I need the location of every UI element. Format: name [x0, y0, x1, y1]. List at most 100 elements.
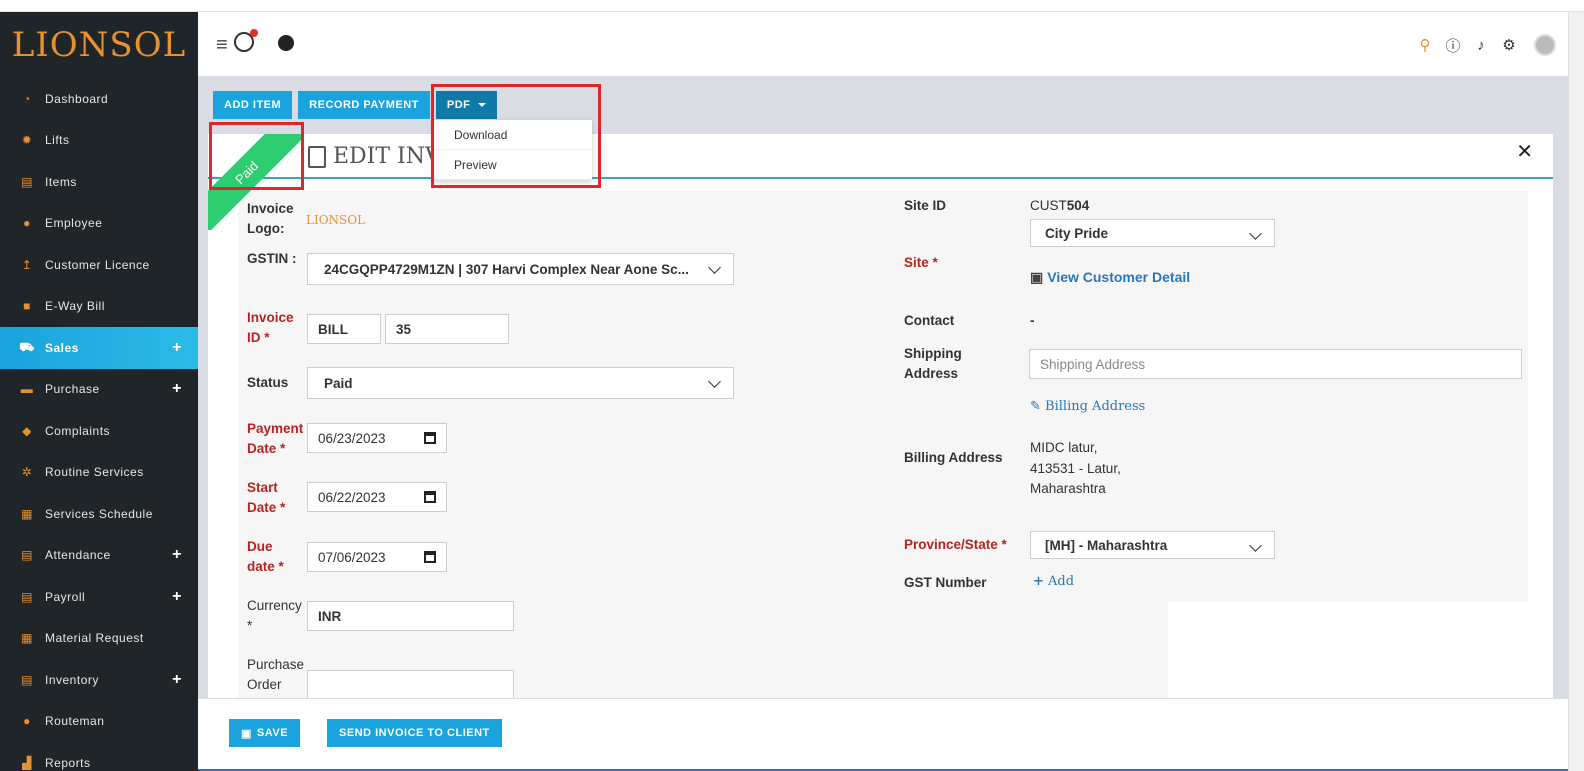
box-icon: ▤: [21, 548, 33, 563]
calendar-icon[interactable]: [424, 491, 436, 503]
expand-plus-icon[interactable]: +: [172, 671, 182, 689]
invoice-number-input[interactable]: 35: [385, 314, 509, 344]
payment-date-input[interactable]: 06/23/2023: [307, 423, 447, 453]
caret-down-icon: [478, 103, 487, 107]
invoice-logo[interactable]: LIONSOL: [306, 210, 365, 231]
record-payment-button[interactable]: RECORD PAYMENT: [298, 91, 430, 119]
add-item-button[interactable]: ADD ITEM: [213, 91, 293, 119]
billing-address-value: MIDC latur, 413531 - Latur, Maharashtra: [1030, 438, 1121, 500]
gstin-value: 24CGQPP4729M1ZN | 307 Harvi Complex Near…: [324, 261, 689, 277]
purchase-order-input[interactable]: [307, 670, 514, 699]
globe-notification-icon[interactable]: [234, 29, 258, 52]
sidebar: LIONSOL ◔ Dashboard ✹ Lifts ▤ Items ● Employ…: [0, 12, 198, 771]
sidebar-item-lifts[interactable]: ✹ Lifts: [0, 120, 198, 162]
cogs-icon: ✲: [21, 465, 33, 480]
box-icon: ▤: [21, 672, 33, 687]
contact-value: -: [1030, 313, 1035, 328]
sidebar-item-payroll[interactable]: ▤ Payroll +: [0, 576, 198, 618]
invoice-id-label: Invoice ID *: [247, 310, 294, 345]
timer-icon[interactable]: [278, 35, 294, 51]
form-blank-area: [1168, 602, 1538, 699]
status-select[interactable]: Paid: [307, 367, 734, 399]
billing-line-2: 413531 - Latur,: [1030, 460, 1121, 476]
sidebar-item-label: Routeman: [45, 714, 105, 729]
floppy-icon: ▣: [241, 727, 252, 740]
currency-label: Currency *: [247, 598, 302, 633]
avatar[interactable]: [1534, 34, 1556, 56]
due-date-label: Due date *: [247, 539, 284, 574]
app-logo[interactable]: LIONSOL: [0, 12, 198, 78]
edit-invoice-panel: Paid EDIT INV ✕ Invoice Logo: LIONSOL GS…: [208, 134, 1553, 699]
invoice-prefix-input[interactable]: BILL: [307, 314, 381, 344]
expand-plus-icon[interactable]: +: [172, 339, 182, 357]
sidebar-item-employee[interactable]: ● Employee: [0, 203, 198, 245]
sidebar-item-label: Sales: [45, 340, 79, 355]
calendar-icon[interactable]: [424, 432, 436, 444]
pdf-preview-item[interactable]: Preview: [434, 150, 592, 180]
site-id-label: Site ID: [904, 198, 947, 213]
billing-address-link[interactable]: ✎ Billing Address: [1030, 399, 1145, 414]
province-state-select[interactable]: [MH] - Maharashtra: [1030, 531, 1275, 559]
view-customer-link[interactable]: ▣ View Customer Detail: [1030, 269, 1190, 286]
sidebar-item-sales[interactable]: ⛟ Sales +: [0, 327, 198, 369]
pdf-dropdown-button[interactable]: PDF: [435, 91, 498, 119]
sidebar-item-material-request[interactable]: ▦ Material Request: [0, 618, 198, 660]
sidebar-item-label: Complaints: [45, 423, 111, 438]
page-scrollbar[interactable]: [1568, 12, 1584, 771]
billing-line-3: Maharashtra: [1030, 481, 1106, 496]
sidebar-item-label: Lifts: [45, 133, 70, 148]
province-state-value: [MH] - Maharashtra: [1045, 537, 1168, 553]
sidebar-item-services-schedule[interactable]: ▦ Services Schedule: [0, 493, 198, 535]
box-icon: ▤: [21, 589, 33, 604]
upload-icon: ↥: [21, 257, 33, 272]
box-icon: ▤: [21, 174, 33, 189]
gear-icon[interactable]: ⚙: [1500, 36, 1518, 54]
shipping-address-input[interactable]: Shipping Address: [1029, 349, 1522, 379]
sidebar-item-items[interactable]: ▤ Items: [0, 161, 198, 203]
pdf-download-item[interactable]: Download: [434, 120, 592, 150]
start-date-input[interactable]: 06/22/2023: [307, 482, 447, 512]
due-date-input[interactable]: 07/06/2023: [307, 542, 447, 572]
cart-icon: ⛟: [19, 339, 35, 354]
site-select[interactable]: City Pride: [1030, 219, 1275, 247]
expand-plus-icon[interactable]: +: [172, 588, 182, 606]
invoice-toolbar: ADD ITEM RECORD PAYMENT PDF: [213, 91, 498, 119]
pdf-dropdown-menu: Download Preview: [434, 120, 592, 180]
payment-date-label: Payment Date *: [247, 421, 304, 456]
gstin-select[interactable]: 24CGQPP4729M1ZN | 307 Harvi Complex Near…: [307, 253, 734, 285]
close-icon[interactable]: ✕: [1516, 139, 1533, 164]
send-invoice-button[interactable]: SEND INVOICE TO CLIENT: [327, 719, 502, 747]
sidebar-item-customer-licence[interactable]: ↥ Customer Licence: [0, 244, 198, 286]
sidebar-item-eway-bill[interactable]: ■ E-Way Bill: [0, 286, 198, 328]
bell-icon[interactable]: ♪: [1472, 36, 1490, 54]
contact-label: Contact: [904, 313, 955, 328]
sidebar-item-routeman[interactable]: ● Routeman: [0, 701, 198, 743]
sidebar-item-purchase[interactable]: ▬ Purchase +: [0, 369, 198, 411]
header-actions: ⚲ ⓘ ♪ ⚙: [1416, 34, 1556, 56]
currency-input[interactable]: INR: [307, 601, 514, 631]
save-button[interactable]: ▣ SAVE: [229, 719, 301, 747]
grid-icon: ▦: [21, 506, 33, 521]
search-icon[interactable]: ⚲: [1416, 36, 1434, 54]
chevron-down-icon: [708, 261, 721, 274]
sidebar-item-reports[interactable]: ▟ Reports: [0, 742, 198, 771]
expand-plus-icon[interactable]: +: [172, 380, 182, 398]
site-id-number: 504: [1066, 198, 1090, 213]
menu-toggle-icon[interactable]: ≡: [216, 34, 228, 57]
gst-add-link[interactable]: + Add: [1033, 574, 1074, 589]
gstin-label: GSTIN :: [247, 251, 297, 266]
sidebar-item-routine-services[interactable]: ✲ Routine Services: [0, 452, 198, 494]
sidebar-item-dashboard[interactable]: ◔ Dashboard: [0, 78, 198, 120]
expand-plus-icon[interactable]: +: [172, 546, 182, 564]
calendar-icon[interactable]: [424, 551, 436, 563]
paid-ribbon-wrap: Paid: [208, 134, 304, 230]
gst-number-label: GST Number: [904, 575, 987, 590]
sidebar-item-complaints[interactable]: ◆ Complaints: [0, 410, 198, 452]
sidebar-item-label: Payroll: [45, 589, 86, 604]
grid-icon: ▦: [21, 631, 33, 646]
sidebar-item-label: Dashboard: [45, 91, 109, 106]
help-icon[interactable]: ⓘ: [1444, 36, 1462, 55]
sidebar-item-inventory[interactable]: ▤ Inventory +: [0, 659, 198, 701]
sidebar-item-attendance[interactable]: ▤ Attendance +: [0, 535, 198, 577]
plus-icon: +: [1033, 574, 1044, 589]
